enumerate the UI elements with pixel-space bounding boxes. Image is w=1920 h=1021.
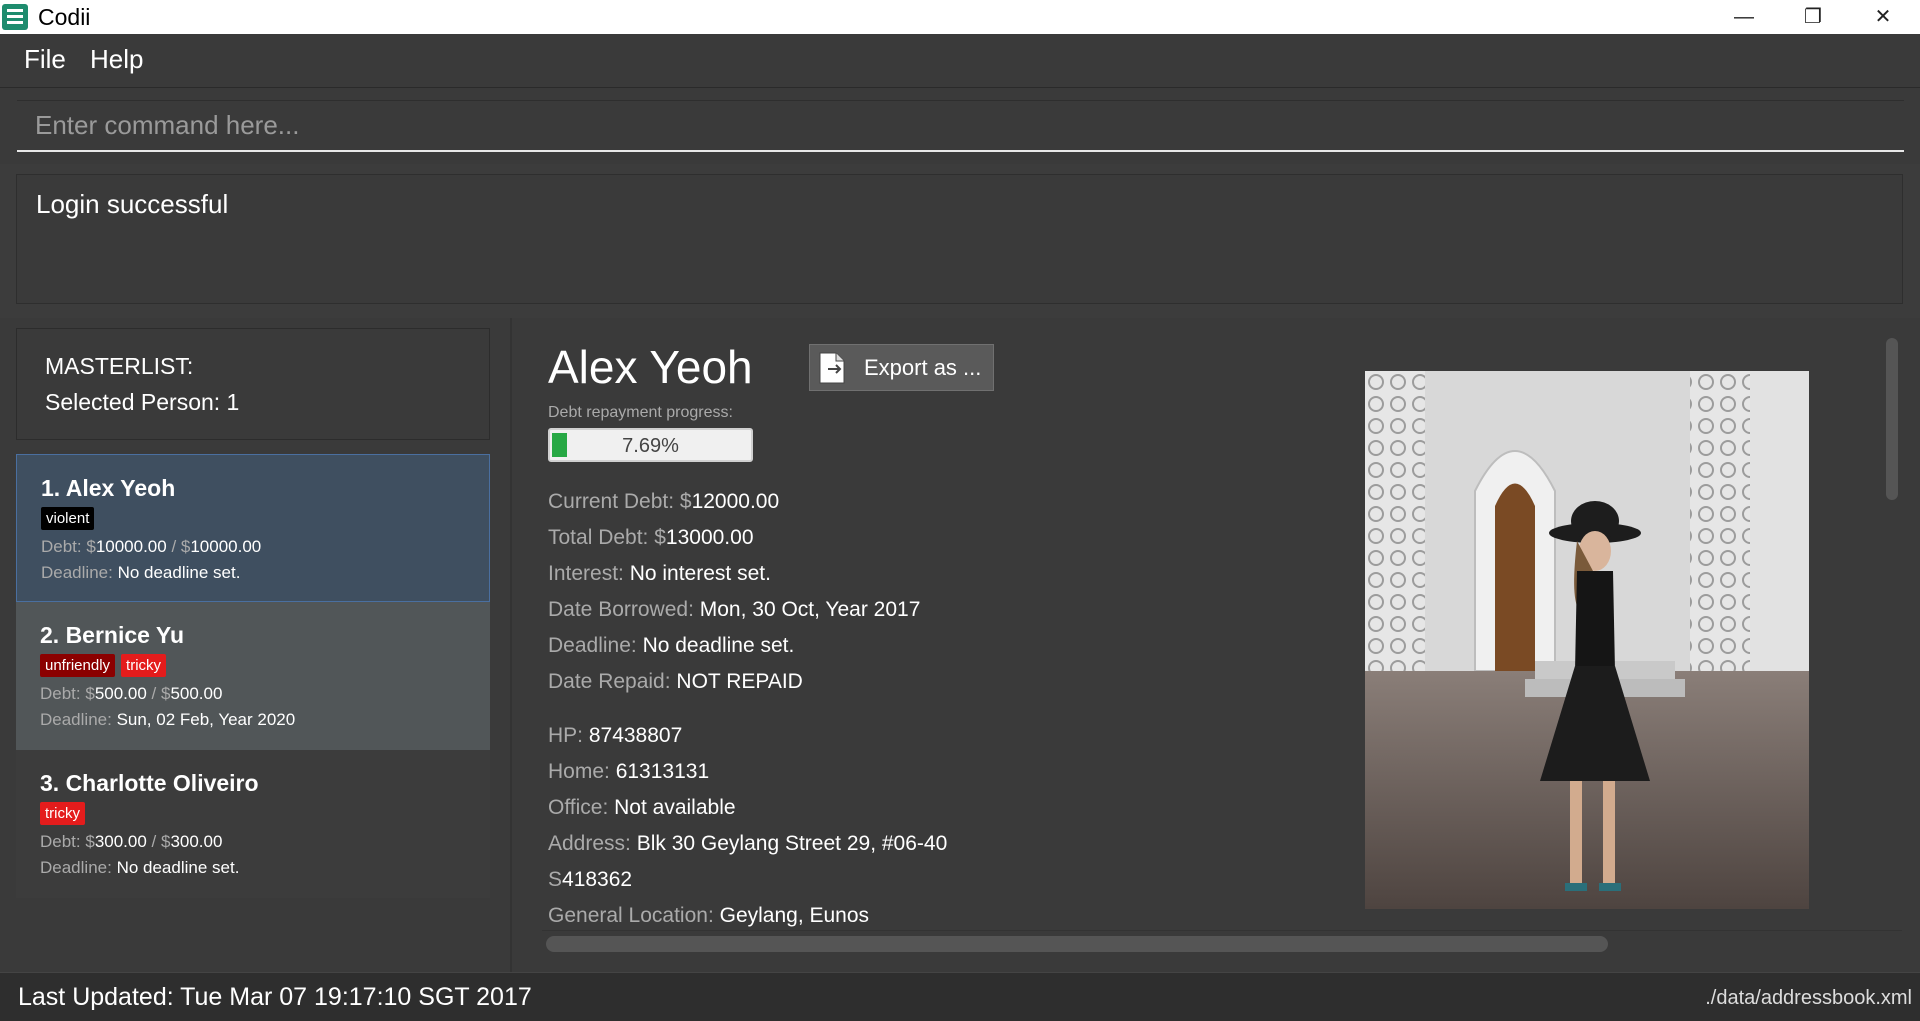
person-name: 2. Bernice Yu bbox=[40, 622, 185, 648]
person-list[interactable]: 1. Alex Yeoh violent Debt: $10000.00 / $… bbox=[16, 454, 490, 900]
person-list-panel: MASTERLIST: Selected Person: 1 1. Alex Y… bbox=[0, 318, 512, 972]
tag-badge: violent bbox=[41, 507, 95, 530]
title-bar: Codii — ❐ ✕ bbox=[0, 0, 1920, 34]
person-card[interactable]: 2. Bernice Yu unfriendly tricky Debt: $50… bbox=[16, 602, 490, 750]
person-deadline: Deadline: No deadline set. bbox=[40, 858, 240, 877]
menu-help[interactable]: Help bbox=[90, 44, 143, 75]
masterlist-header: MASTERLIST: Selected Person: 1 bbox=[16, 328, 490, 440]
tag-list: tricky bbox=[40, 802, 91, 826]
date-repaid-field: Date Repaid: NOT REPAID bbox=[548, 670, 803, 693]
date-borrowed-field: Date Borrowed: Mon, 30 Oct, Year 2017 bbox=[548, 598, 921, 621]
deadline-field: Deadline: No deadline set. bbox=[548, 634, 795, 657]
restore-icon[interactable]: ❐ bbox=[1778, 0, 1848, 34]
export-document-icon bbox=[819, 352, 845, 384]
menu-bar: File Help bbox=[0, 34, 1920, 88]
menu-file[interactable]: File bbox=[24, 44, 66, 75]
home-field: Home: 61313131 bbox=[548, 760, 710, 783]
vertical-scrollbar[interactable] bbox=[1886, 338, 1898, 500]
window-title: Codii bbox=[38, 4, 91, 30]
tag-list: unfriendly tricky bbox=[40, 654, 172, 678]
person-deadline: Deadline: No deadline set. bbox=[41, 563, 241, 582]
detail-person-name: Alex Yeoh bbox=[548, 341, 753, 393]
office-field: Office: Not available bbox=[548, 796, 736, 819]
status-bar: Last Updated: Tue Mar 07 19:17:10 SGT 20… bbox=[0, 972, 1920, 1021]
command-box bbox=[0, 88, 1920, 164]
command-input[interactable] bbox=[17, 100, 1904, 152]
tag-badge: unfriendly bbox=[40, 654, 116, 677]
person-name: 3. Charlotte Oliveiro bbox=[40, 770, 259, 796]
interest-field: Interest: No interest set. bbox=[548, 562, 771, 585]
result-text: Login successful bbox=[36, 189, 229, 219]
result-display: Login successful bbox=[16, 174, 1903, 304]
person-card[interactable]: 3. Charlotte Oliveiro tricky Debt: $300.… bbox=[16, 750, 490, 898]
person-debt: Debt: $500.00 / $500.00 bbox=[40, 684, 223, 703]
progress-text: 7.69% bbox=[622, 435, 679, 457]
person-name: 1. Alex Yeoh bbox=[41, 475, 176, 501]
selected-person-label: Selected Person: 1 bbox=[45, 389, 240, 415]
tag-list: violent bbox=[41, 507, 100, 531]
postal-code-field: S418362 bbox=[548, 868, 633, 891]
minimize-icon[interactable]: — bbox=[1709, 0, 1779, 34]
masterlist-label: MASTERLIST: bbox=[45, 353, 194, 379]
person-card[interactable]: 1. Alex Yeoh violent Debt: $10000.00 / $… bbox=[16, 454, 490, 602]
close-icon[interactable]: ✕ bbox=[1848, 0, 1918, 34]
export-label: Export as ... bbox=[864, 355, 982, 380]
debt-progress-bar: 7.69% bbox=[548, 428, 753, 462]
save-location-path: ./data/addressbook.xml bbox=[1705, 987, 1912, 1009]
last-updated-status: Last Updated: Tue Mar 07 19:17:10 SGT 20… bbox=[18, 983, 532, 1011]
tag-badge: tricky bbox=[40, 802, 85, 825]
person-debt: Debt: $300.00 / $300.00 bbox=[40, 832, 223, 851]
app-logo-icon bbox=[2, 4, 28, 30]
person-deadline: Deadline: Sun, 02 Feb, Year 2020 bbox=[40, 710, 296, 729]
tag-badge: tricky bbox=[121, 654, 167, 677]
person-detail-panel: Alex Yeoh Export as ... Debt repayment p… bbox=[512, 318, 1920, 972]
hp-field: HP: 87438807 bbox=[548, 724, 683, 747]
horizontal-scrollbar[interactable] bbox=[546, 936, 1608, 952]
person-photo bbox=[1365, 371, 1809, 909]
current-debt-field: Current Debt: $12000.00 bbox=[548, 490, 780, 513]
detail-divider bbox=[542, 930, 1902, 931]
person-debt: Debt: $10000.00 / $10000.00 bbox=[41, 537, 262, 556]
general-location-field: General Location: Geylang, Eunos bbox=[548, 904, 870, 927]
progress-label: Debt repayment progress: bbox=[548, 404, 733, 421]
export-button[interactable]: Export as ... bbox=[809, 344, 994, 391]
total-debt-field: Total Debt: $13000.00 bbox=[548, 526, 754, 549]
address-field: Address: Blk 30 Geylang Street 29, #06-4… bbox=[548, 832, 948, 855]
